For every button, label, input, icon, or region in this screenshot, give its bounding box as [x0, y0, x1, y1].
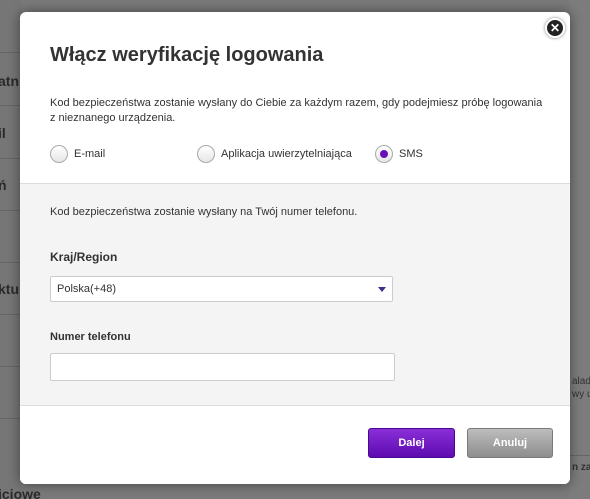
background-text: wy u [572, 389, 590, 400]
divider [0, 314, 22, 315]
method-label-email: E-mail [74, 148, 106, 160]
background-text: n za [572, 462, 590, 473]
cancel-button[interactable]: Anuluj [467, 428, 553, 458]
country-select[interactable]: Polska(+48) [50, 276, 393, 302]
background-text: ktu [0, 281, 19, 297]
chevron-down-icon [378, 287, 386, 292]
sms-section: Kod bezpieczeństwa zostanie wysłany na T… [20, 183, 570, 406]
divider [0, 366, 22, 367]
background-text: ń [0, 177, 7, 193]
divider [0, 262, 22, 263]
phone-label: Numer telefonu [50, 331, 131, 343]
method-option-sms[interactable]: SMS [375, 144, 423, 164]
divider [0, 418, 22, 419]
method-option-authenticator[interactable]: Aplikacja uwierzytelniająca [197, 144, 352, 164]
verification-modal: ✕ Włącz weryfikację logowania Kod bezpie… [20, 12, 570, 484]
country-select-value: Polska(+48) [57, 283, 117, 295]
background-text: il [0, 125, 6, 141]
divider [0, 52, 22, 53]
phone-number-input[interactable] [50, 353, 395, 381]
next-button[interactable]: Dalej [368, 428, 455, 458]
radio-authenticator[interactable] [197, 145, 215, 163]
intro-text: Kod bezpieczeństwa zostanie wysłany do C… [50, 97, 543, 124]
method-label-authenticator: Aplikacja uwierzytelniająca [221, 148, 352, 160]
divider [0, 158, 22, 159]
radio-sms[interactable] [375, 145, 393, 163]
sms-description: Kod bezpieczeństwa zostanie wysłany na T… [50, 206, 358, 218]
method-option-email[interactable]: E-mail [50, 144, 105, 164]
divider [570, 455, 590, 456]
divider [0, 105, 22, 106]
radio-email[interactable] [50, 145, 68, 163]
close-icon[interactable]: ✕ [545, 18, 565, 38]
method-label-sms: SMS [399, 148, 423, 160]
divider [0, 210, 22, 211]
background-text: iciowe [0, 486, 41, 499]
modal-footer: Dalej Anuluj [20, 407, 570, 484]
background-text: alad [572, 376, 590, 387]
country-label: Kraj/Region [50, 250, 118, 264]
modal-title: Włącz weryfikację logowania [50, 44, 324, 66]
background-text: atn [0, 73, 19, 89]
background-right-column [570, 0, 590, 499]
